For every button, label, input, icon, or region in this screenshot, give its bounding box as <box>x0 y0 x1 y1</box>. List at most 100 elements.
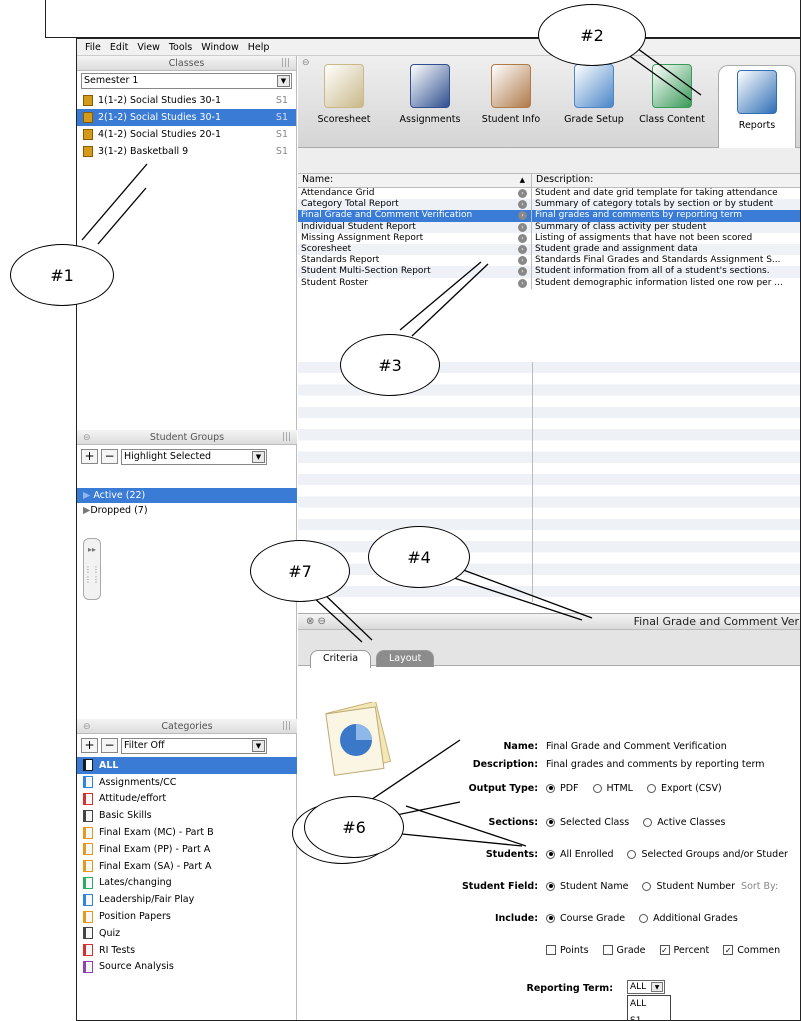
menu-view[interactable]: View <box>137 42 160 53</box>
class-item[interactable]: 2(1-2) Social Studies 30-1 S1 <box>77 109 296 126</box>
class-item[interactable]: 3(1-2) Basketball 9 S1 <box>77 143 296 160</box>
menu-tools[interactable]: Tools <box>169 42 192 53</box>
category-item[interactable]: Leadership/Fair Play <box>77 891 297 908</box>
menu-help[interactable]: Help <box>248 42 270 53</box>
radio-icon[interactable] <box>627 849 637 859</box>
group-item-active[interactable]: ▶ Active (22) <box>77 488 297 503</box>
report-row[interactable]: Student Multi-Section Report › Student inf… <box>298 266 800 278</box>
remove-category-button[interactable]: − <box>101 738 118 753</box>
go-arrow-icon[interactable]: › <box>518 222 527 232</box>
grip-icon[interactable]: ||| <box>282 719 291 734</box>
tool-reports[interactable]: Reports <box>718 65 796 149</box>
radio-selected-icon[interactable] <box>546 881 555 891</box>
name-column-header[interactable]: Name: ▲ <box>298 174 532 187</box>
tab-layout[interactable]: Layout <box>376 650 435 667</box>
category-item[interactable]: RI Tests <box>77 942 297 959</box>
collapse-icon[interactable]: ⊖ <box>83 431 91 446</box>
go-arrow-icon[interactable]: › <box>518 244 527 254</box>
category-item[interactable]: Final Exam (PP) - Part A <box>77 841 297 858</box>
include-points-checkbox[interactable]: Points <box>546 945 589 956</box>
groups-filter-select[interactable]: Highlight Selected ▼ <box>121 448 267 465</box>
field-number-radio[interactable]: Student Number <box>642 881 735 892</box>
category-item[interactable]: Final Exam (MC) - Part B <box>77 824 297 841</box>
radio-icon[interactable] <box>643 817 653 827</box>
radio-icon[interactable] <box>642 881 652 891</box>
go-arrow-icon[interactable]: › <box>518 189 527 198</box>
category-item[interactable]: Quiz <box>77 925 297 942</box>
class-item[interactable]: 4(1-2) Social Studies 20-1 S1 <box>77 126 296 143</box>
collapse-icon[interactable]: ⊖ <box>83 720 91 735</box>
category-item[interactable]: ALL <box>77 757 297 774</box>
checkbox-icon[interactable] <box>546 945 556 955</box>
report-row[interactable]: Student Roster › Student demographic infor… <box>298 277 800 289</box>
category-item[interactable]: Final Exam (SA) - Part A <box>77 858 297 875</box>
menu-file[interactable]: File <box>85 42 101 53</box>
tool-class-content[interactable]: Class Content <box>633 64 711 125</box>
radio-selected-icon[interactable] <box>546 783 555 793</box>
tool-scoresheet[interactable]: Scoresheet <box>305 64 383 125</box>
sort-ascending-icon[interactable]: ▲ <box>520 176 525 184</box>
reporting-term-select[interactable]: ALL ▼ <box>627 980 665 994</box>
radio-icon[interactable] <box>592 783 602 793</box>
include-course-radio[interactable]: Course Grade <box>546 913 625 924</box>
include-grade-checkbox[interactable]: Grade <box>602 945 646 956</box>
sections-selected-radio[interactable]: Selected Class <box>546 817 629 828</box>
output-csv-radio[interactable]: Export (CSV) <box>646 783 722 794</box>
chevron-down-icon[interactable]: ▼ <box>252 450 265 463</box>
category-item[interactable]: Lates/changing <box>77 875 297 892</box>
radio-icon[interactable] <box>639 913 649 923</box>
tab-criteria[interactable]: Criteria <box>310 650 372 668</box>
output-html-radio[interactable]: HTML <box>592 783 633 794</box>
go-arrow-icon[interactable]: › <box>518 267 527 277</box>
triangle-right-icon[interactable]: ▶ <box>83 490 90 501</box>
report-row[interactable]: Missing Assignment Report › Listing of ass… <box>298 232 800 244</box>
class-item[interactable]: 1(1-2) Social Studies 30-1 S1 <box>77 92 296 109</box>
grip-icon[interactable]: ||| <box>281 56 290 71</box>
description-column-header[interactable]: Description: <box>532 174 800 187</box>
go-arrow-icon[interactable]: › <box>518 211 527 221</box>
term-option[interactable]: ALL <box>628 996 670 1013</box>
chevron-down-icon[interactable]: ▼ <box>651 982 663 992</box>
go-arrow-icon[interactable]: › <box>518 278 527 288</box>
tool-assignments[interactable]: Assignments <box>391 64 469 125</box>
radio-selected-icon[interactable] <box>546 849 555 859</box>
close-icon[interactable]: ⊗ ⊖ <box>306 616 326 627</box>
category-item[interactable]: Position Papers <box>77 908 297 925</box>
students-groups-radio[interactable]: Selected Groups and/or Studer <box>627 849 788 860</box>
report-row[interactable]: Individual Student Report › Summary of cla… <box>298 221 800 233</box>
report-row[interactable]: Standards Report › Standards Final Grades … <box>298 255 800 267</box>
dock-handle[interactable]: ▸▸ ⋮⋮ ⋮⋮ <box>83 538 101 600</box>
go-arrow-icon[interactable]: › <box>518 233 527 243</box>
tool-grade-setup[interactable]: Grade Setup <box>555 64 633 125</box>
field-name-radio[interactable]: Student Name <box>546 881 628 892</box>
include-commen-checkbox[interactable]: ✓ Commen <box>723 945 780 956</box>
term-option[interactable]: S1 <box>628 1013 670 1021</box>
checkbox-icon[interactable] <box>602 945 613 955</box>
tool-student-info[interactable]: Student Info <box>472 64 550 125</box>
go-arrow-icon[interactable]: › <box>518 200 527 210</box>
include-percent-checkbox[interactable]: ✓ Percent <box>659 945 709 956</box>
add-group-button[interactable]: + <box>81 449 98 464</box>
category-item[interactable]: Source Analysis <box>77 959 297 976</box>
students-all-radio[interactable]: All Enrolled <box>546 849 613 860</box>
sections-active-radio[interactable]: Active Classes <box>643 817 725 828</box>
add-category-button[interactable]: + <box>81 738 98 753</box>
radio-selected-icon[interactable] <box>546 817 555 827</box>
report-row[interactable]: Scoresheet › Student grade and assignment … <box>298 243 800 256</box>
category-item[interactable]: Assignments/CC <box>77 774 297 791</box>
chevron-down-icon[interactable]: ▼ <box>252 739 265 752</box>
checkmark-icon[interactable]: ✓ <box>723 945 734 955</box>
group-item-dropped[interactable]: ▶Dropped (7) <box>77 503 297 518</box>
go-arrow-icon[interactable]: › <box>518 256 527 266</box>
report-row[interactable]: Category Total Report › Summary of categor… <box>298 199 800 211</box>
report-row[interactable]: Attendance Grid › Student and date grid te… <box>298 188 800 200</box>
radio-icon[interactable] <box>646 783 656 793</box>
checkmark-icon[interactable]: ✓ <box>659 945 670 955</box>
categories-filter-select[interactable]: Filter Off ▼ <box>121 737 267 754</box>
semester-select[interactable]: Semester 1 ▼ <box>81 73 292 89</box>
menu-window[interactable]: Window <box>201 42 238 53</box>
category-item[interactable]: Basic Skills <box>77 807 297 824</box>
remove-group-button[interactable]: − <box>101 449 118 464</box>
chevron-down-icon[interactable]: ▼ <box>277 75 290 87</box>
include-additional-radio[interactable]: Additional Grades <box>639 913 738 924</box>
